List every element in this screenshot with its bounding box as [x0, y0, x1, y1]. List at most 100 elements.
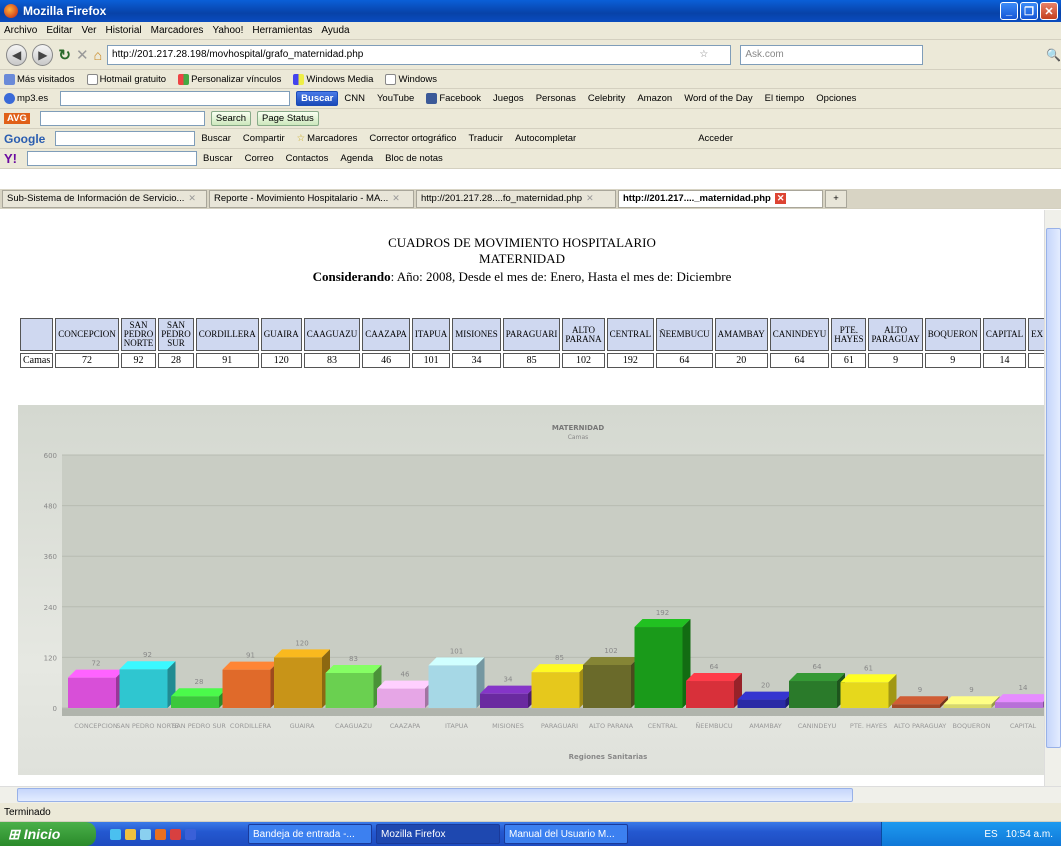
language-indicator[interactable]: ES [984, 829, 997, 840]
yahoo-bloc-notas[interactable]: Bloc de notas [385, 153, 443, 164]
el-tiempo-button[interactable]: El tiempo [765, 93, 805, 104]
personas-button[interactable]: Personas [536, 93, 576, 104]
maximize-button[interactable]: ❐ [1020, 2, 1038, 20]
bookmark-windows-media[interactable]: Windows Media [293, 73, 373, 85]
google-traducir[interactable]: Traducir [468, 133, 503, 144]
horizontal-scrollbar[interactable] [0, 786, 1061, 803]
yahoo-brand[interactable]: Y! [4, 151, 17, 166]
tb-label: Correo [244, 153, 274, 164]
firefox-icon[interactable] [155, 828, 166, 840]
tab-grafo-active[interactable]: http://201.217...._maternidad.php ✕ [618, 189, 823, 208]
task-bandeja[interactable]: Bandeja de entrada -... [248, 824, 372, 844]
stop-icon[interactable]: ✕ [76, 46, 89, 64]
minimize-button[interactable]: _ [1000, 2, 1018, 20]
tb-label: Facebook [439, 93, 482, 104]
ie-icon[interactable] [110, 828, 121, 840]
menu-editar[interactable]: Editar [46, 25, 72, 36]
avg-brand[interactable]: AVG [4, 113, 30, 124]
yahoo-buscar[interactable]: Buscar [203, 153, 233, 164]
bar [634, 627, 683, 708]
search-icon[interactable]: 🔍 [1046, 48, 1061, 62]
tab-close-icon[interactable]: ✕ [774, 193, 787, 204]
bar-top [119, 661, 176, 670]
start-button[interactable]: ⊞ Inicio [0, 822, 96, 846]
desktop-icon[interactable] [140, 828, 151, 840]
buscar-ask-button[interactable]: Buscar [296, 91, 339, 106]
column-header: ÑEEMBUCU [656, 318, 713, 351]
tb-label: Juegos [493, 93, 524, 104]
opciones-button[interactable]: Opciones [816, 93, 856, 104]
mp3-brand[interactable]: mp3.es [4, 93, 48, 104]
menu-marcadores[interactable]: Marcadores [151, 25, 204, 36]
y-tick-label: 480 [44, 503, 57, 511]
scroll-thumb[interactable] [1046, 228, 1061, 748]
search-bar[interactable]: Ask.com [740, 44, 924, 65]
data-label: 92 [143, 651, 152, 659]
x-tick-label: ITAPUA [445, 722, 469, 730]
tab-grafo-1[interactable]: http://201.217.28....fo_maternidad.php ✕ [416, 189, 616, 208]
bookmark-hotmail[interactable]: Hotmail gratuito [86, 73, 166, 85]
cnn-button[interactable]: CNN [344, 93, 365, 104]
tab-sub-sistema[interactable]: Sub-Sistema de Información de Servicio..… [2, 189, 207, 208]
juegos-button[interactable]: Juegos [493, 93, 524, 104]
data-label: 9 [918, 686, 922, 694]
yahoo-agenda[interactable]: Agenda [340, 153, 373, 164]
outlook-icon[interactable] [125, 828, 136, 840]
tb-label: Contactos [285, 153, 329, 164]
bookmark-windows[interactable]: Windows [385, 73, 437, 85]
data-label: 102 [604, 647, 617, 655]
back-button[interactable]: ◀ [6, 43, 28, 66]
close-button[interactable]: ✕ [1040, 2, 1058, 20]
facebook-button[interactable]: Facebook [426, 93, 481, 104]
google-marcadores[interactable]: ☆ Marcadores [297, 133, 358, 144]
forward-button[interactable]: ▶ [32, 43, 54, 66]
menu-ver[interactable]: Ver [81, 25, 96, 36]
yahoo-contactos[interactable]: Contactos [286, 153, 329, 164]
tb-label: Agenda [340, 153, 374, 164]
tab-close-icon[interactable]: ✕ [586, 193, 594, 204]
table-cell: 85 [502, 353, 561, 368]
youtube-button[interactable]: YouTube [377, 93, 414, 104]
amazon-button[interactable]: Amazon [637, 93, 672, 104]
bookmark-mas-visitados[interactable]: Más visitados [4, 73, 75, 85]
bookmark-star-icon[interactable]: ☆ [699, 49, 708, 60]
url-bar[interactable]: http://201.217.28.198/movhospital/grafo_… [107, 44, 732, 65]
tab-close-icon[interactable]: ✕ [188, 193, 196, 204]
avg-search-button[interactable]: Search [210, 111, 251, 126]
windows-logo-icon [178, 73, 190, 85]
vertical-scrollbar[interactable] [1044, 210, 1061, 786]
mp3-search-field[interactable] [60, 91, 291, 106]
home-icon[interactable]: ⌂ [94, 47, 102, 63]
google-autocompletar[interactable]: Autocompletar [515, 133, 576, 144]
task-firefox[interactable]: Mozilla Firefox [376, 824, 500, 844]
reload-icon[interactable]: ↻ [58, 46, 71, 64]
task-manual[interactable]: Manual del Usuario M... [504, 824, 628, 844]
avg-search-field[interactable] [39, 111, 205, 126]
menu-historial[interactable]: Historial [106, 25, 142, 36]
new-tab-button[interactable]: + [825, 189, 847, 208]
page-status-button[interactable]: Page Status [257, 111, 319, 126]
word-icon[interactable] [185, 828, 196, 840]
menu-ayuda[interactable]: Ayuda [321, 25, 349, 36]
celebrity-button[interactable]: Celebrity [588, 93, 626, 104]
google-search-field[interactable] [55, 131, 196, 146]
menu-archivo[interactable]: Archivo [4, 25, 37, 36]
google-corrector[interactable]: Corrector ortográfico [369, 133, 456, 144]
table-header-row: CONCEPCION SAN PEDRO NORTE SAN PEDRO SUR CO… [20, 318, 1044, 351]
menu-yahoo[interactable]: Yahoo! [212, 25, 243, 36]
google-brand[interactable]: Google [4, 132, 45, 146]
yahoo-correo[interactable]: Correo [245, 153, 274, 164]
google-acceder[interactable]: Acceder [698, 133, 733, 144]
google-buscar[interactable]: Buscar [201, 133, 231, 144]
app-icon[interactable] [170, 828, 181, 840]
tab-close-icon[interactable]: ✕ [392, 193, 400, 204]
tb-label: Buscar [201, 133, 231, 144]
google-compartir[interactable]: Compartir [243, 133, 285, 144]
start-label: Inicio [23, 826, 61, 842]
scroll-thumb[interactable] [17, 788, 853, 802]
yahoo-search-field[interactable] [27, 151, 197, 166]
word-of-day-button[interactable]: Word of the Day [684, 93, 752, 104]
tab-reporte[interactable]: Reporte - Movimiento Hospitalario - MA..… [209, 189, 414, 208]
bookmark-personalizar[interactable]: Personalizar vínculos [178, 73, 281, 85]
menu-herramientas[interactable]: Herramientas [252, 25, 312, 36]
